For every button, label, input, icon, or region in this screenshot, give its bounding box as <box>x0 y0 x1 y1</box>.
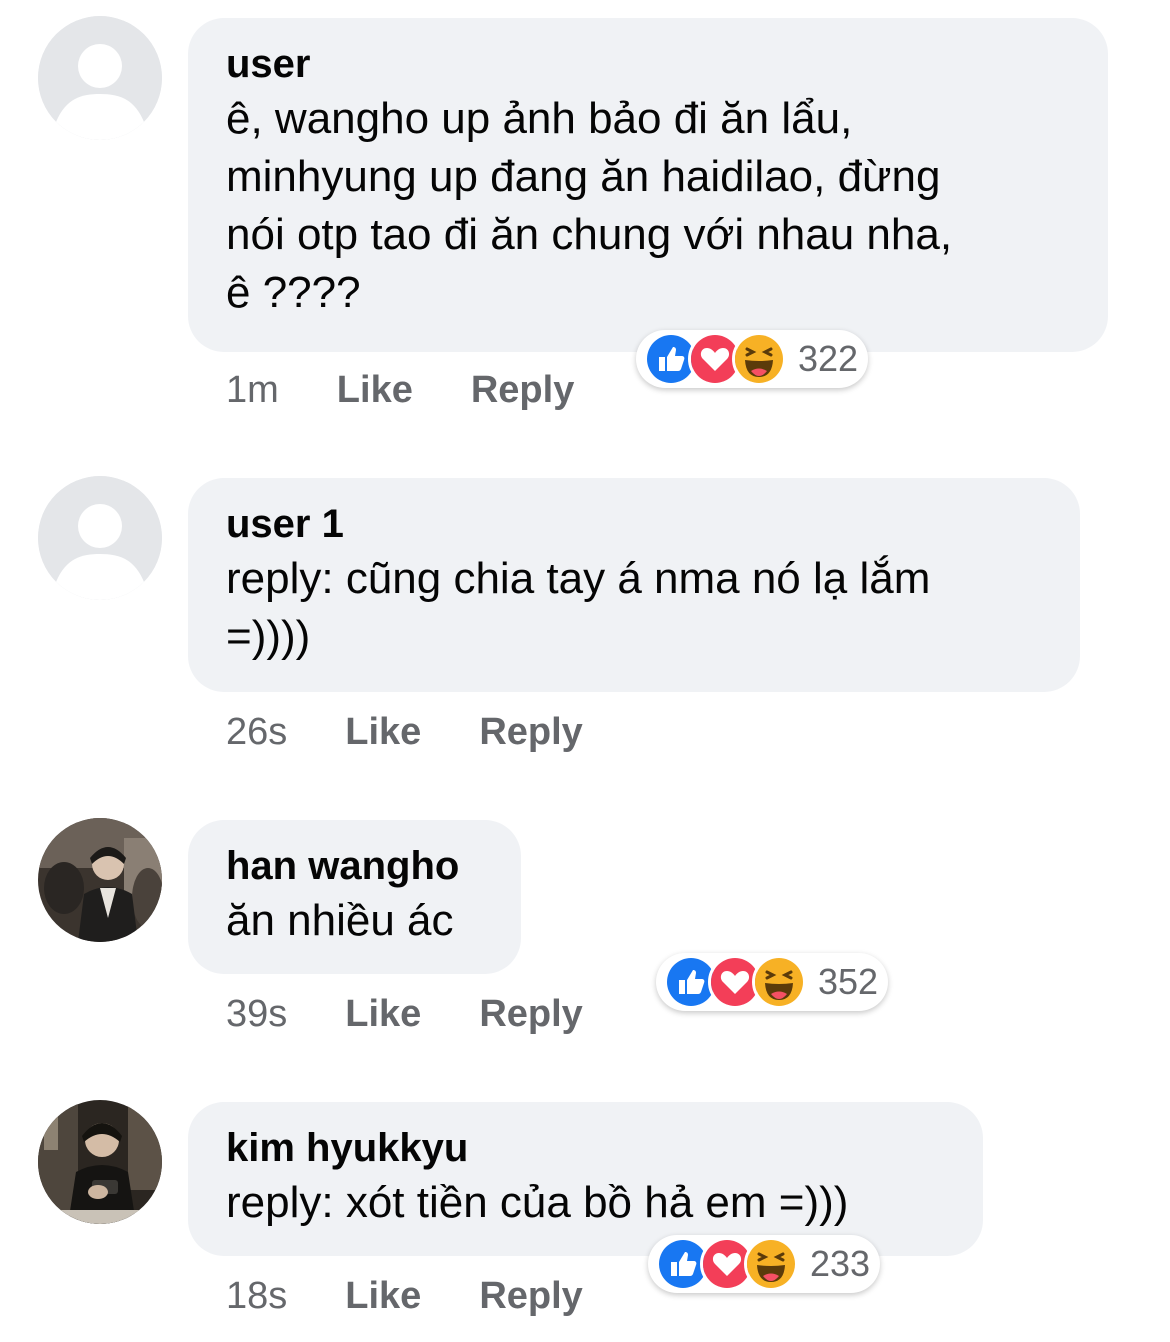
comment-author[interactable]: user <box>226 40 1070 88</box>
comment-text: reply: xót tiền của bồ hả em =))) <box>226 1174 945 1232</box>
haha-icon <box>744 1237 798 1291</box>
comment-timestamp[interactable]: 1m <box>226 368 279 412</box>
reaction-count: 233 <box>810 1243 871 1284</box>
comment-actions: 39s Like Reply <box>226 992 583 1036</box>
comment-text-line: minhyung up đang ăn haidilao, đừng <box>226 152 941 201</box>
comment-text-line: reply: xót tiền của bồ hả em =))) <box>226 1178 849 1227</box>
comment-timestamp[interactable]: 18s <box>226 1274 287 1318</box>
comment-actions: 26s Like Reply <box>226 710 583 754</box>
like-button[interactable]: Like <box>337 368 413 412</box>
comment-text: ăn nhiều ác <box>226 892 483 950</box>
like-button[interactable]: Like <box>345 1274 421 1318</box>
comment-bubble: han wangho ăn nhiều ác <box>188 820 521 974</box>
reply-button[interactable]: Reply <box>479 1274 582 1318</box>
comment-actions: 18s Like Reply <box>226 1274 583 1318</box>
reaction-summary[interactable]: 322 <box>636 330 869 388</box>
comment-text-line: =)))) <box>226 612 311 661</box>
haha-icon <box>752 955 806 1009</box>
reaction-count: 322 <box>798 338 859 379</box>
comment-bubble: user ê, wangho up ảnh bảo đi ăn lẩu, min… <box>188 18 1108 352</box>
avatar[interactable] <box>38 818 162 942</box>
comment-text-line: nói otp tao đi ăn chung với nhau nha, <box>226 210 953 259</box>
comment-text: ê, wangho up ảnh bảo đi ăn lẩu, minhyung… <box>226 90 1070 322</box>
comment-timestamp[interactable]: 39s <box>226 992 287 1036</box>
avatar[interactable] <box>38 1100 162 1224</box>
comment-text-line: ăn nhiều ác <box>226 896 454 945</box>
comment-text-line: reply: cũng chia tay á nma nó lạ lắm <box>226 554 931 603</box>
comment-bubble: user 1 reply: cũng chia tay á nma nó lạ … <box>188 478 1080 692</box>
like-button[interactable]: Like <box>345 992 421 1036</box>
comment-author[interactable]: user 1 <box>226 500 1042 548</box>
comment-author[interactable]: han wangho <box>226 842 483 890</box>
comment-timestamp[interactable]: 26s <box>226 710 287 754</box>
default-avatar-icon <box>38 476 162 600</box>
avatar[interactable] <box>38 476 162 600</box>
profile-photo-icon <box>38 818 162 942</box>
haha-icon <box>732 332 786 386</box>
profile-photo-icon <box>38 1100 162 1224</box>
reply-button[interactable]: Reply <box>471 368 574 412</box>
comment-text: reply: cũng chia tay á nma nó lạ lắm =))… <box>226 550 1042 666</box>
comment-author[interactable]: kim hyukkyu <box>226 1124 945 1172</box>
reply-button[interactable]: Reply <box>479 710 582 754</box>
avatar[interactable] <box>38 16 162 140</box>
reaction-summary[interactable]: 233 <box>648 1235 881 1293</box>
reaction-count: 352 <box>818 961 879 1002</box>
reply-button[interactable]: Reply <box>479 992 582 1036</box>
comment-text-line: ê, wangho up ảnh bảo đi ăn lẩu, <box>226 94 853 143</box>
comment-actions: 1m Like Reply <box>226 368 574 412</box>
default-avatar-icon <box>38 16 162 140</box>
comment-bubble: kim hyukkyu reply: xót tiền của bồ hả em… <box>188 1102 983 1256</box>
reaction-summary[interactable]: 352 <box>656 953 889 1011</box>
like-button[interactable]: Like <box>345 710 421 754</box>
comment-text-line: ê ???? <box>226 268 361 317</box>
